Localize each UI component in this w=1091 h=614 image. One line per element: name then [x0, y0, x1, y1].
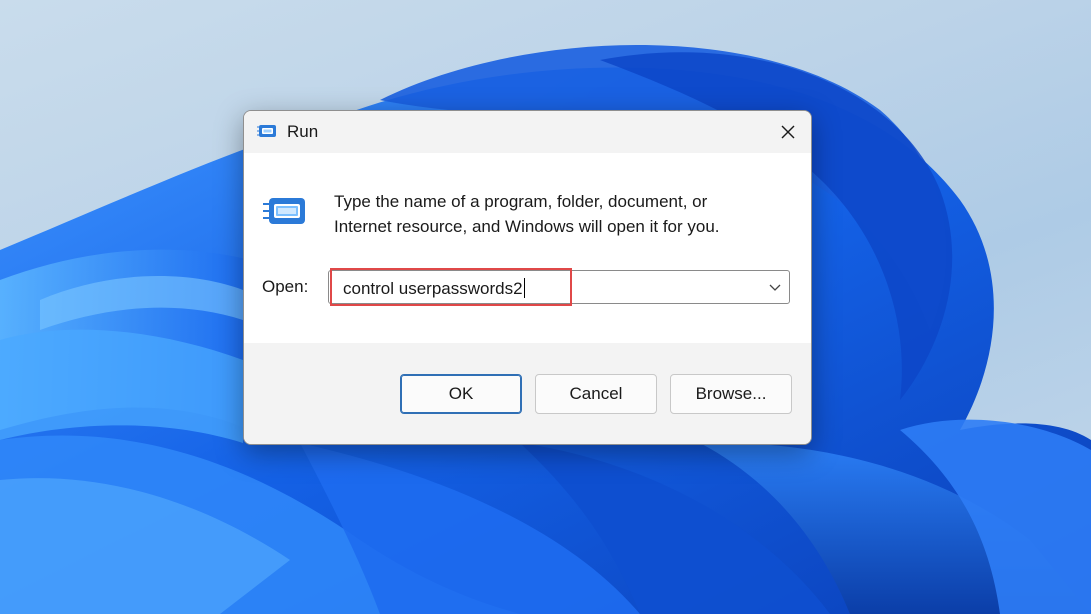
dialog-title: Run: [287, 122, 319, 141]
open-input-value: control userpasswords2: [343, 279, 523, 298]
dialog-footer: OK Cancel Browse...: [244, 343, 811, 444]
close-button[interactable]: [765, 111, 811, 153]
description-line-2: Internet resource, and Windows will open…: [334, 217, 720, 236]
chevron-down-icon: [769, 284, 781, 291]
open-label: Open:: [262, 277, 309, 296]
ok-button[interactable]: OK: [400, 374, 522, 414]
close-icon: [781, 125, 795, 139]
run-icon: [257, 123, 277, 139]
run-dialog: Run Type the name of a program, folder, …: [243, 110, 812, 445]
browse-button[interactable]: Browse...: [670, 374, 792, 414]
cancel-button[interactable]: Cancel: [535, 374, 657, 414]
text-caret: [523, 278, 525, 298]
description-line-1: Type the name of a program, folder, docu…: [334, 192, 708, 211]
dialog-content: Type the name of a program, folder, docu…: [244, 153, 811, 343]
open-combobox[interactable]: control userpasswords2: [328, 270, 790, 304]
run-icon: [263, 196, 307, 228]
open-input[interactable]: control userpasswords2: [343, 278, 525, 299]
title-bar: Run: [244, 111, 811, 153]
dropdown-button[interactable]: [767, 279, 783, 295]
dialog-description: Type the name of a program, folder, docu…: [334, 189, 794, 239]
